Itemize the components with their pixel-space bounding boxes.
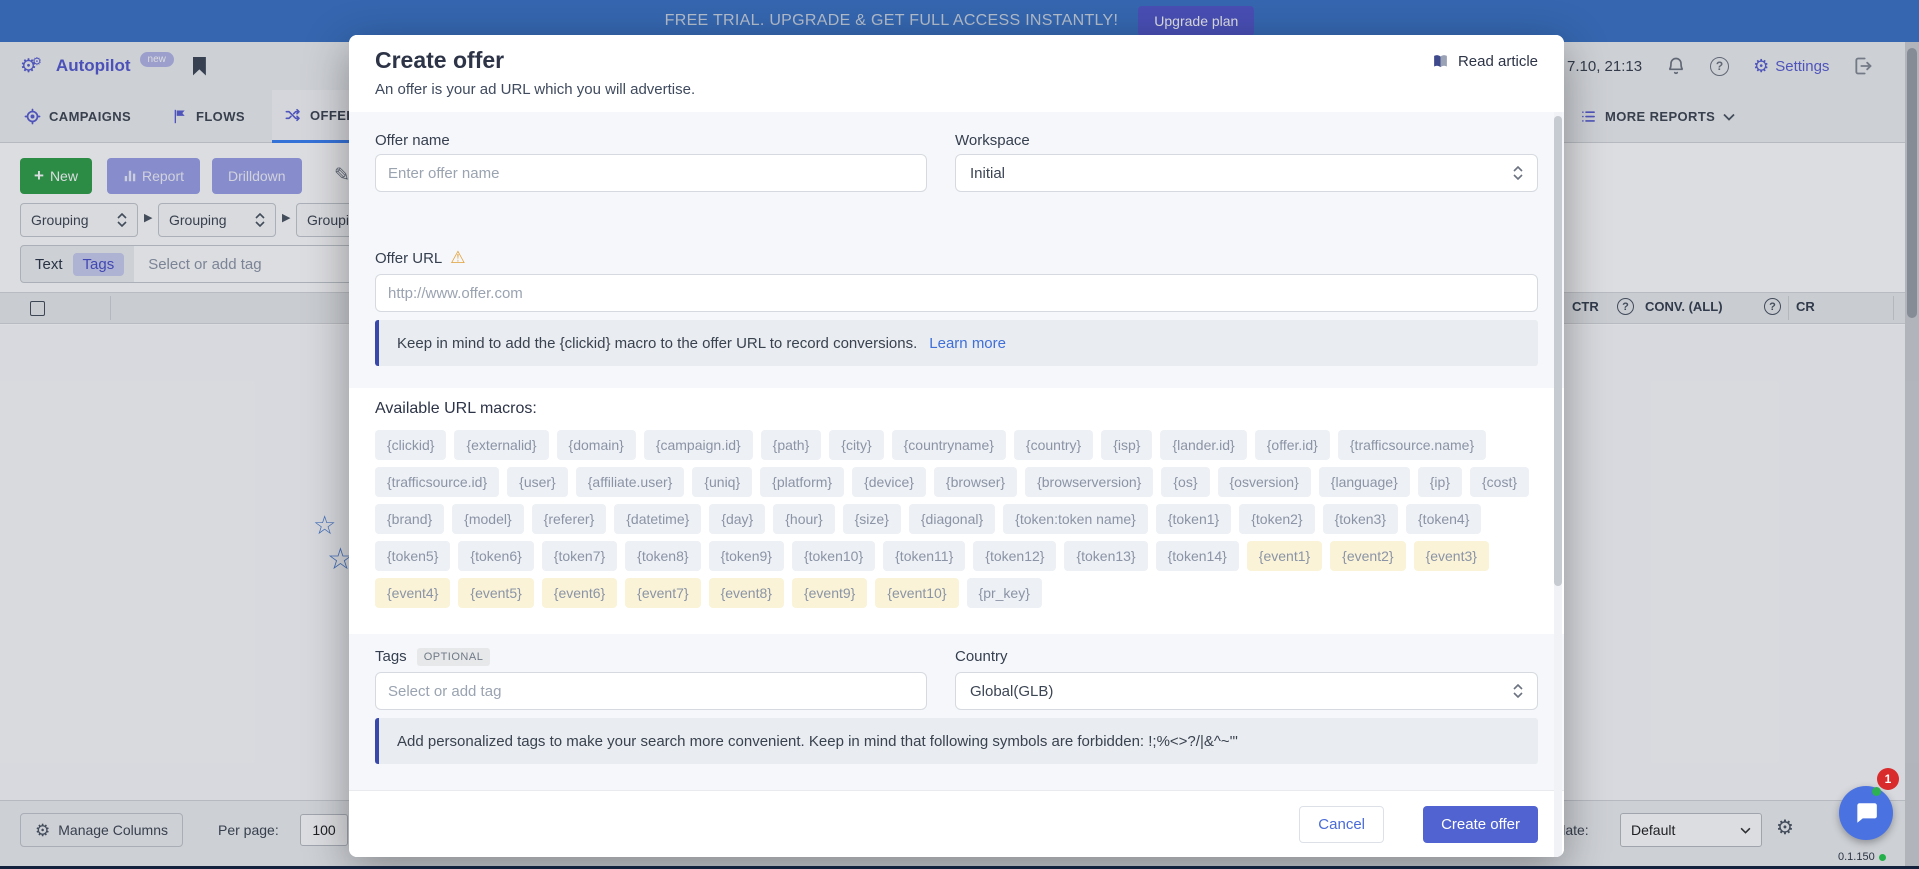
- chat-online-dot: [1872, 787, 1881, 796]
- macros-section: Available URL macros: {clickid} {externa…: [349, 388, 1564, 634]
- macro-chip[interactable]: {token9}: [709, 541, 784, 571]
- macro-chip[interactable]: {uniq}: [692, 467, 752, 497]
- modal-title: Create offer: [375, 47, 504, 74]
- macro-chip[interactable]: {domain}: [557, 430, 636, 460]
- create-offer-modal: Create offer An offer is your ad URL whi…: [349, 35, 1564, 857]
- macro-chip[interactable]: {affiliate.user}: [576, 467, 685, 497]
- macro-chip[interactable]: {browser}: [934, 467, 1017, 497]
- macro-chip[interactable]: {event3}: [1414, 541, 1489, 571]
- modal-scrollbar[interactable]: [1554, 112, 1562, 857]
- macro-chip[interactable]: {trafficsource.name}: [1338, 430, 1486, 460]
- warning-icon: ⚠: [450, 248, 465, 267]
- macro-chip[interactable]: {token1}: [1156, 504, 1231, 534]
- macro-chip[interactable]: {city}: [829, 430, 883, 460]
- macro-chip[interactable]: {platform}: [760, 467, 844, 497]
- modal-header: Create offer An offer is your ad URL whi…: [349, 35, 1564, 112]
- macros-title: Available URL macros:: [375, 400, 1538, 418]
- tags-note: Add personalized tags to make your searc…: [375, 718, 1538, 764]
- macro-chip[interactable]: {model}: [452, 504, 523, 534]
- modal-body: Offer name Workspace Initial Offer URL⚠ …: [349, 112, 1564, 790]
- clickid-note: Keep in mind to add the {clickid} macro …: [375, 320, 1538, 366]
- macro-chip[interactable]: {event5}: [458, 578, 533, 608]
- chat-unread-badge: 1: [1877, 768, 1899, 790]
- macro-chip[interactable]: {campaign.id}: [644, 430, 753, 460]
- chat-icon: [1853, 800, 1879, 826]
- macro-chip[interactable]: {event7}: [625, 578, 700, 608]
- macro-chip[interactable]: {token11}: [883, 541, 965, 571]
- book-icon: [1431, 53, 1450, 70]
- create-offer-button[interactable]: Create offer: [1423, 806, 1538, 843]
- macro-chip[interactable]: {referer}: [532, 504, 607, 534]
- macro-chip[interactable]: {size}: [843, 504, 901, 534]
- macro-chip[interactable]: {token10}: [792, 541, 875, 571]
- tags-label: TagsOPTIONAL: [375, 648, 490, 665]
- status-dot: [1879, 854, 1886, 861]
- macro-chip[interactable]: {event2}: [1330, 541, 1405, 571]
- select-chevrons-icon: [1513, 684, 1523, 698]
- macro-chip[interactable]: {event10}: [875, 578, 958, 608]
- macro-chip[interactable]: {ip}: [1418, 467, 1462, 497]
- macro-chip[interactable]: {token:token name}: [1003, 504, 1148, 534]
- macro-chip[interactable]: {hour}: [773, 504, 834, 534]
- macro-chip[interactable]: {event9}: [792, 578, 867, 608]
- macro-chip[interactable]: {token5}: [375, 541, 450, 571]
- macro-chip[interactable]: {cost}: [1470, 467, 1529, 497]
- offer-name-label: Offer name: [375, 132, 450, 149]
- macro-chip[interactable]: {externalid}: [454, 430, 548, 460]
- macro-chip[interactable]: {token8}: [625, 541, 700, 571]
- macro-chip[interactable]: {token3}: [1323, 504, 1398, 534]
- macro-chip[interactable]: {day}: [709, 504, 765, 534]
- chat-widget-button[interactable]: [1839, 786, 1893, 840]
- macro-chip[interactable]: {datetime}: [614, 504, 701, 534]
- macro-chip[interactable]: {token6}: [458, 541, 533, 571]
- macro-chip[interactable]: {diagonal}: [909, 504, 995, 534]
- macro-chip[interactable]: {isp}: [1101, 430, 1152, 460]
- macro-chip[interactable]: {token12}: [973, 541, 1056, 571]
- offer-url-label: Offer URL⚠: [375, 248, 466, 268]
- macro-chip[interactable]: {user}: [507, 467, 568, 497]
- macro-chip[interactable]: {device}: [852, 467, 926, 497]
- macro-chip[interactable]: {event4}: [375, 578, 450, 608]
- macro-chip[interactable]: {event8}: [709, 578, 784, 608]
- offer-name-input[interactable]: [375, 154, 927, 192]
- modal-scrollbar-thumb[interactable]: [1554, 116, 1562, 586]
- modal-footer: Cancel Create offer: [349, 790, 1564, 857]
- learn-more-link[interactable]: Learn more: [929, 335, 1006, 352]
- macro-chip[interactable]: {brand}: [375, 504, 444, 534]
- macro-chip[interactable]: {pr_key}: [967, 578, 1042, 608]
- country-select[interactable]: Global(GLB): [955, 672, 1538, 710]
- cancel-button[interactable]: Cancel: [1299, 806, 1384, 843]
- macro-chip[interactable]: {trafficsource.id}: [375, 467, 499, 497]
- macro-chip[interactable]: {token14}: [1156, 541, 1239, 571]
- macro-chip[interactable]: {osversion}: [1218, 467, 1311, 497]
- macro-chip[interactable]: {token4}: [1406, 504, 1481, 534]
- macro-chip[interactable]: {country}: [1014, 430, 1093, 460]
- macro-chip[interactable]: {event1}: [1247, 541, 1322, 571]
- macro-chip-list: {clickid} {externalid} {domain} {campaig…: [375, 430, 1538, 608]
- tags-input[interactable]: [375, 672, 927, 710]
- version-label: 0.1.150: [1838, 851, 1886, 863]
- optional-badge: OPTIONAL: [417, 648, 491, 666]
- modal-subtitle: An offer is your ad URL which you will a…: [375, 81, 695, 98]
- macro-chip[interactable]: {os}: [1161, 467, 1209, 497]
- workspace-select[interactable]: Initial: [955, 154, 1538, 192]
- macro-chip[interactable]: {language}: [1319, 467, 1410, 497]
- offer-url-input[interactable]: [375, 274, 1538, 312]
- workspace-label: Workspace: [955, 132, 1030, 149]
- macro-chip[interactable]: {token2}: [1239, 504, 1314, 534]
- macro-chip[interactable]: {token7}: [542, 541, 617, 571]
- macro-chip[interactable]: {offer.id}: [1255, 430, 1330, 460]
- macro-chip[interactable]: {clickid}: [375, 430, 446, 460]
- macro-chip[interactable]: {lander.id}: [1160, 430, 1246, 460]
- macro-chip[interactable]: {token13}: [1064, 541, 1147, 571]
- country-label: Country: [955, 648, 1008, 665]
- macro-chip[interactable]: {event6}: [542, 578, 617, 608]
- macro-chip[interactable]: {countryname}: [892, 430, 1006, 460]
- read-article-link[interactable]: Read article: [1431, 53, 1538, 70]
- select-chevrons-icon: [1513, 166, 1523, 180]
- macro-chip[interactable]: {path}: [761, 430, 822, 460]
- macro-chip[interactable]: {browserversion}: [1025, 467, 1153, 497]
